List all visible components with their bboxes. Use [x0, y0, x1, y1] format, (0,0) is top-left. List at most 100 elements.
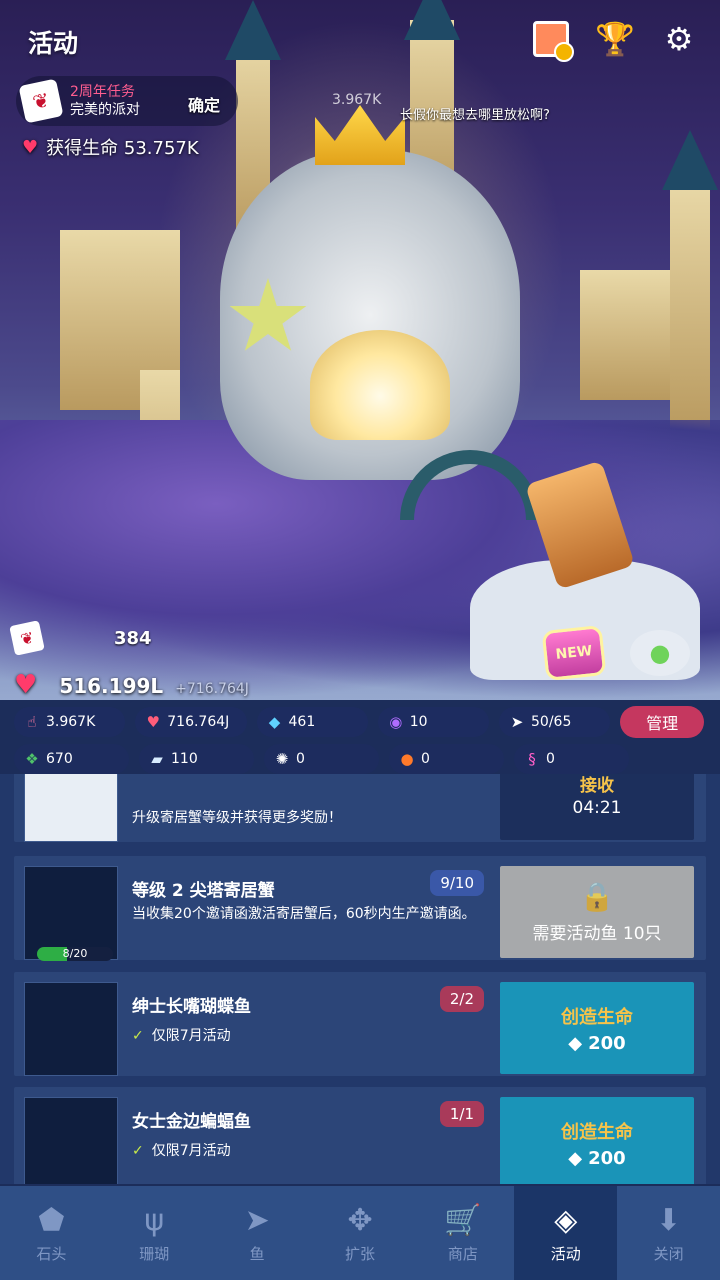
progress-text: 8/20 — [62, 947, 88, 960]
list-item: 升级寄居蟹等级并获得更多奖励！ 接收 04:21 — [14, 774, 706, 842]
timer: 04:21 — [572, 797, 622, 818]
list-item: 女士金边蝙蝠鱼 1/1 ✓ 仅限7月活动 创造生命 ◆ 200 — [14, 1087, 706, 1184]
item-title: 等级 2 尖塔寄居蟹 — [132, 881, 275, 901]
resource-value: 110 — [171, 751, 198, 767]
trophy-icon[interactable]: 🏆 — [594, 18, 636, 60]
locked-action: 🔒 需要活动鱼 10只 — [500, 866, 694, 958]
tap-icon: ☝ — [27, 713, 37, 731]
resource-seahorse: § 0 — [514, 744, 629, 774]
life-gain-text: 获得生命 53.757K — [46, 138, 199, 159]
event-icon: ◈ — [554, 1202, 578, 1238]
resource-value: 0 — [546, 751, 555, 767]
tab-coral[interactable]: ψ 珊瑚 — [103, 1186, 206, 1280]
page-title: 活动 — [28, 29, 79, 58]
list-item: 绅士长嘴瑚蝶鱼 2/2 ✓ 仅限7月活动 创造生命 ◆ 200 — [14, 972, 706, 1076]
tab-stone[interactable]: ⬟ 石头 — [0, 1186, 103, 1280]
batfish-thumb — [24, 1097, 118, 1184]
tab-close[interactable]: ⬇ 关闭 — [617, 1186, 720, 1280]
crown-decoration — [315, 105, 405, 165]
resource-purple-token: ◉ 10 — [377, 707, 489, 737]
castle-tower — [670, 180, 710, 430]
resource-shell: ✺ 0 — [264, 744, 379, 774]
glowing-cave — [310, 330, 450, 440]
resource-value: 716.764J — [167, 714, 230, 730]
resource-green-gem: ❖ 670 — [14, 744, 129, 774]
count-badge: 1/1 — [439, 1101, 484, 1127]
count-badge: 2/2 — [439, 986, 484, 1012]
count-badge: 9/10 — [430, 870, 484, 896]
life-gain: ♥ 获得生命 53.757K — [22, 134, 199, 160]
item-desc: 当收集20个邀请函激活寄居蟹后，60秒内生产邀请函。 — [132, 906, 476, 922]
item-note: ✓ 仅限7月活动 — [132, 1026, 492, 1046]
list-item: 8/20 等级 2 尖塔寄居蟹 9/10 当收集20个邀请函激活寄居蟹后，60秒… — [14, 856, 706, 961]
create-life-button[interactable]: 创造生命 ◆ 200 — [500, 982, 694, 1074]
tab-expand[interactable]: ✥ 扩张 — [309, 1186, 412, 1280]
tab-label: 扩张 — [345, 1244, 376, 1263]
tower-roof — [404, 0, 460, 40]
tab-fish[interactable]: ➤ 鱼 — [206, 1186, 309, 1280]
expand-icon: ✥ — [347, 1202, 373, 1238]
life-value: 516.199L — [59, 674, 164, 698]
tab-label: 商店 — [447, 1244, 478, 1263]
fish-count-icon: ➤ — [510, 713, 524, 731]
resource-tap: ☝ 3.967K — [14, 707, 126, 737]
check-icon: ✓ — [132, 1028, 144, 1044]
note-text: 仅限7月活动 — [151, 1028, 231, 1044]
floating-question: 长假你最想去哪里放松啊? — [400, 108, 550, 123]
heart-rate-icon: ♥ — [146, 713, 160, 731]
manage-button[interactable]: 管理 — [620, 706, 705, 738]
resource-row-2: ❖ 670 ▰ 110 ✺ 0 ● 0 § 0 — [14, 744, 704, 774]
invitation-card-icon: ❦ — [9, 620, 45, 656]
resource-value: 0 — [421, 751, 430, 767]
resource-orange-orb: ● 0 — [389, 744, 504, 774]
purple-token-icon: ◉ — [389, 713, 403, 731]
fish-icon: ➤ — [244, 1202, 270, 1238]
tower-roof — [662, 130, 718, 190]
life-total: ♥ 516.199L +716.764J — [14, 670, 249, 700]
resource-diamond: ◆ 461 — [256, 707, 368, 737]
diamond-icon: ◆ — [568, 1147, 583, 1169]
heart-icon: ♥ — [22, 136, 39, 158]
clownfish-shell-icon[interactable]: ● — [630, 630, 690, 676]
orange-orb-icon: ● — [400, 750, 414, 768]
receive-action[interactable]: 接收 04:21 — [500, 774, 694, 840]
tab-shop[interactable]: 🛒 商店 — [411, 1186, 514, 1280]
spire-hermit-crab-thumb: 8/20 — [24, 866, 118, 961]
cart-icon: 🛒 — [444, 1202, 482, 1238]
tab-label: 鱼 — [249, 1244, 265, 1263]
ice-icon: ▰ — [151, 750, 163, 768]
top-icon-group: 🏆 ⚙ — [530, 18, 700, 62]
shell-icon: ✺ — [275, 750, 289, 768]
seahorse-icon: § — [528, 750, 536, 768]
action-label: 接收 — [580, 775, 614, 796]
resource-value: 3.967K — [46, 714, 96, 730]
tab-event[interactable]: ◈ 活动 — [514, 1186, 618, 1280]
resource-fish-count: ➤ 50/65 — [499, 707, 611, 737]
photo-ribbon-icon[interactable] — [530, 18, 574, 62]
resource-row-1: ☝ 3.967K ♥ 716.764J ◆ 461 ◉ 10 ➤ 50/65 管理 — [14, 706, 705, 738]
gear-icon[interactable]: ⚙ — [658, 18, 700, 60]
tab-label: 珊瑚 — [139, 1244, 170, 1263]
new-badge-button[interactable]: NEW — [541, 625, 607, 681]
action-label: 创造生命 — [561, 1006, 633, 1028]
close-down-icon: ⬇ — [656, 1202, 682, 1238]
tower-roof — [225, 0, 281, 60]
invitation-card-icon: ❦ — [18, 78, 64, 124]
tab-label: 石头 — [36, 1244, 67, 1263]
mission-confirm-button[interactable]: 确定 — [188, 92, 220, 116]
item-desc: 升级寄居蟹等级并获得更多奖励！ — [132, 810, 342, 826]
event-list[interactable]: 升级寄居蟹等级并获得更多奖励！ 接收 04:21 8/20 等级 2 尖塔寄居蟹… — [0, 774, 720, 1184]
tab-label: 活动 — [550, 1244, 581, 1263]
mission-name: 完美的派对 — [70, 102, 140, 118]
bottom-tab-bar: ⬟ 石头 ψ 珊瑚 ➤ 鱼 ✥ 扩张 🛒 商店 ◈ 活动 ⬇ 关闭 — [0, 1186, 720, 1280]
resource-heart-rate: ♥ 716.764J — [135, 707, 247, 737]
progress-bar: 8/20 — [37, 947, 113, 961]
heart-icon: ♥ — [14, 670, 38, 700]
lock-icon: 🔒 — [579, 880, 615, 913]
cost: ◆ 200 — [568, 1148, 625, 1169]
floating-value: 3.967K — [332, 92, 382, 108]
invitation-card-icon — [24, 774, 118, 842]
note-text: 仅限7月活动 — [151, 1143, 231, 1159]
create-life-button[interactable]: 创造生命 ◆ 200 — [500, 1097, 694, 1184]
stone-icon: ⬟ — [38, 1202, 65, 1238]
